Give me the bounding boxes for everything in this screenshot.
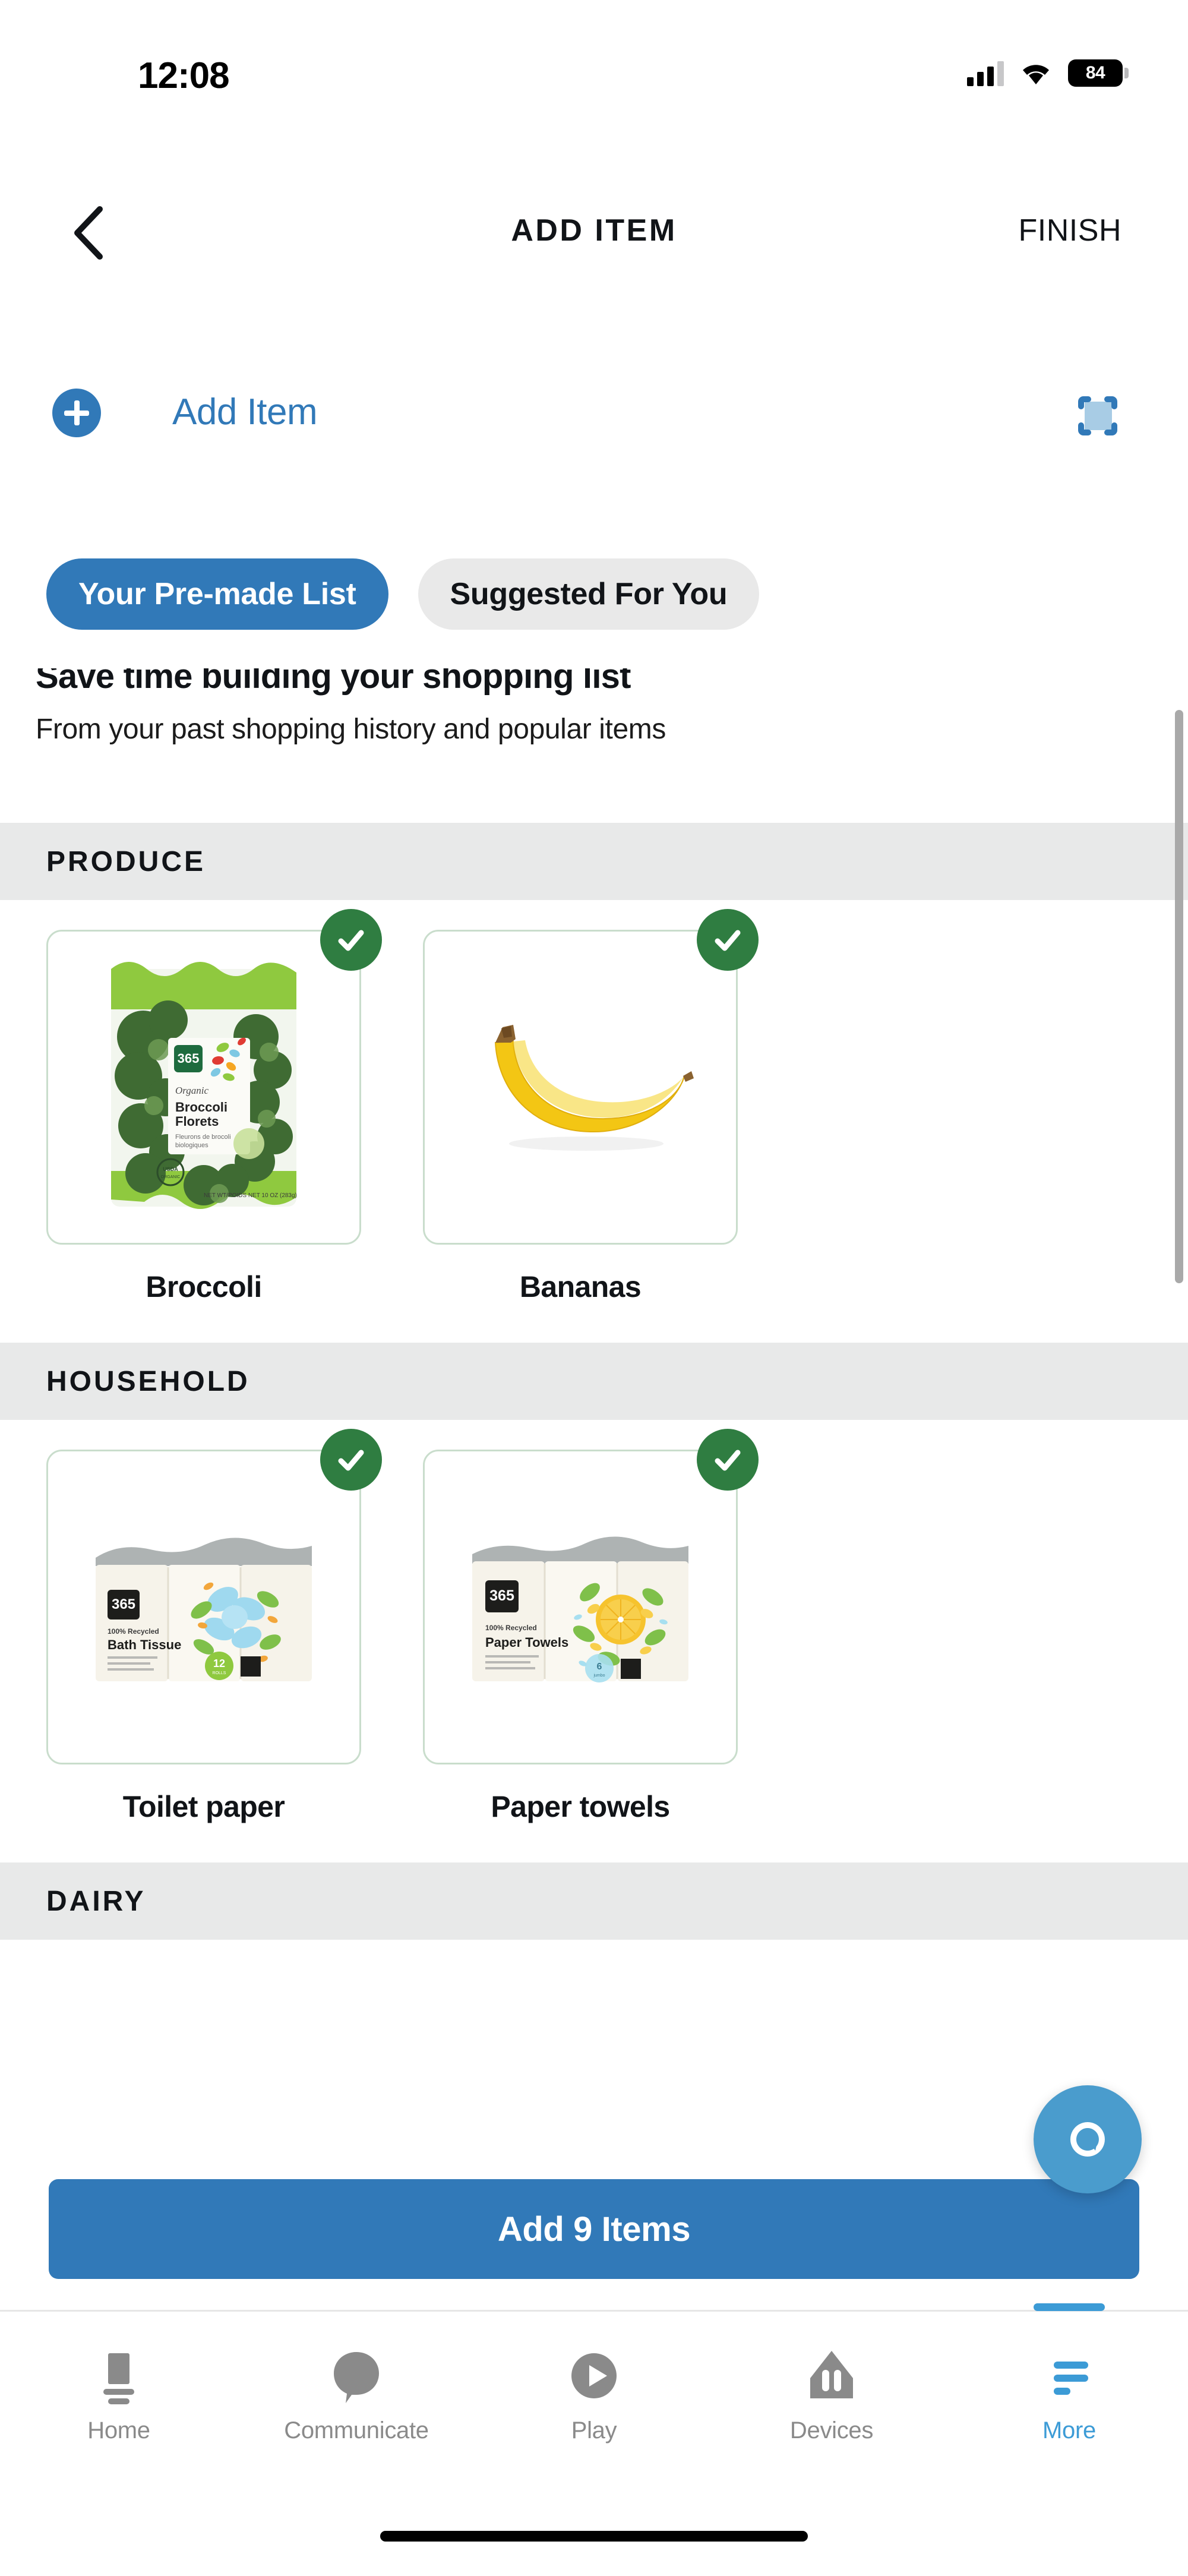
section-title: HOUSEHOLD	[46, 1365, 250, 1397]
svg-text:Florets: Florets	[175, 1114, 219, 1129]
tv-icon	[90, 2345, 147, 2407]
broccoli-florets-bag-image: 365 Organic Broccoli Florets Fleurons de…	[111, 962, 297, 1209]
bottom-bar: Add 9 Items Home Communicate Play Device…	[0, 2085, 1188, 2576]
selected-check-icon[interactable]	[697, 909, 759, 971]
section-header-produce: PRODUCE	[0, 823, 1188, 900]
promo-block: Save time building your shopping list Fr…	[36, 668, 1105, 746]
tabbar-label: Devices	[789, 2417, 874, 2444]
tab-suggested-for-you[interactable]: Suggested For You	[418, 558, 760, 630]
svg-text:365: 365	[178, 1051, 200, 1066]
svg-text:100% Recycled: 100% Recycled	[485, 1624, 537, 1632]
svg-text:biologiques: biologiques	[175, 1142, 208, 1149]
tabbar-item-more[interactable]: More	[950, 2303, 1188, 2482]
status-bar-indicators: 84	[967, 59, 1129, 87]
svg-text:NET WT/POIDS NET 10 OZ (283g): NET WT/POIDS NET 10 OZ (283g)	[204, 1192, 297, 1199]
svg-text:Fleurons de brocoli: Fleurons de brocoli	[175, 1134, 231, 1141]
scrollbar-thumb[interactable]	[1175, 710, 1183, 1283]
section-title: DAIRY	[46, 1885, 146, 1917]
item-card-image-frame[interactable]: 365 Organic Broccoli Florets Fleurons de…	[46, 909, 382, 1245]
home-indicator	[380, 2531, 808, 2542]
svg-text:100% Recycled: 100% Recycled	[108, 1627, 159, 1636]
tabbar-label: Communicate	[284, 2417, 429, 2444]
list-source-tabs: Your Pre-made List Suggested For You	[46, 558, 760, 630]
section-title: PRODUCE	[46, 845, 206, 877]
promo-subtitle: From your past shopping history and popu…	[36, 714, 666, 745]
tabbar-item-home[interactable]: Home	[0, 2312, 238, 2482]
status-bar: 12:08 84	[0, 0, 1188, 104]
item-card-image-frame[interactable]: 365 100% Recycled Paper Towels 6 jumbo	[423, 1429, 759, 1764]
active-tab-indicator	[1034, 2303, 1105, 2311]
tabbar-label: More	[1042, 2417, 1096, 2444]
svg-text:365: 365	[112, 1596, 135, 1612]
svg-text:Broccoli: Broccoli	[175, 1100, 228, 1115]
tabbar-item-communicate[interactable]: Communicate	[238, 2312, 475, 2482]
svg-text:12: 12	[213, 1658, 225, 1669]
tab-label: Your Pre-made List	[78, 577, 356, 611]
tab-your-pre-made-list[interactable]: Your Pre-made List	[46, 558, 388, 630]
svg-text:6: 6	[597, 1662, 602, 1672]
devices-icon	[803, 2345, 860, 2407]
selected-check-icon[interactable]	[320, 1429, 382, 1491]
paper-towels-pack-image: 365 100% Recycled Paper Towels 6 jumbo	[472, 1536, 688, 1682]
item-label: Paper towels	[491, 1790, 670, 1823]
item-card-paper-towels[interactable]: 365 100% Recycled Paper Towels 6 jumbo P…	[423, 1429, 759, 1824]
tab-label: Suggested For You	[450, 577, 728, 611]
tabbar-label: Play	[571, 2417, 617, 2444]
status-bar-time: 12:08	[138, 55, 230, 96]
item-card-bananas[interactable]: Bananas	[423, 909, 759, 1304]
tabbar-item-play[interactable]: Play	[475, 2312, 713, 2482]
vertical-scrollbar[interactable]	[1175, 710, 1183, 1283]
item-card-toilet-paper[interactable]: 365 100% Recycled Bath Tissue 12 ROLLS T…	[46, 1429, 382, 1824]
plus-circle-icon[interactable]	[52, 389, 101, 437]
finish-button[interactable]: FINISH	[1019, 213, 1121, 248]
item-list-scroll-area[interactable]: Save time building your shopping list Fr…	[0, 668, 1188, 2136]
wifi-icon	[1019, 61, 1053, 86]
selected-check-icon[interactable]	[697, 1429, 759, 1491]
tabbar-label: Home	[87, 2417, 150, 2444]
section-header-household: HOUSEHOLD	[0, 1343, 1188, 1420]
selected-check-icon[interactable]	[320, 909, 382, 971]
svg-text:Bath Tissue: Bath Tissue	[108, 1637, 181, 1652]
add-items-label: Add 9 Items	[497, 2209, 691, 2249]
add-items-button[interactable]: Add 9 Items	[49, 2179, 1139, 2279]
bottom-tab-bar: Home Communicate Play Devices More	[0, 2303, 1188, 2482]
speech-bubble-icon	[328, 2345, 385, 2407]
navigation-bar: ADD ITEM FINISH	[0, 196, 1188, 273]
item-card-broccoli[interactable]: 365 Organic Broccoli Florets Fleurons de…	[46, 909, 382, 1304]
svg-text:USDA: USDA	[163, 1166, 178, 1172]
item-label: Bananas	[519, 1270, 642, 1303]
item-label: Broccoli	[146, 1270, 262, 1303]
assistant-circle-icon[interactable]	[1034, 2085, 1142, 2193]
item-card-image-frame[interactable]: 365 100% Recycled Bath Tissue 12 ROLLS	[46, 1429, 382, 1764]
banana-image	[494, 1025, 694, 1151]
item-label: Toilet paper	[122, 1790, 285, 1823]
add-item-input[interactable]: Add Item	[172, 391, 318, 433]
svg-text:ORGANIC: ORGANIC	[161, 1175, 181, 1179]
play-circle-icon	[565, 2345, 623, 2407]
svg-text:Organic: Organic	[175, 1085, 208, 1096]
bath-tissue-pack-image: 365 100% Recycled Bath Tissue 12 ROLLS	[96, 1538, 312, 1681]
svg-text:365: 365	[489, 1587, 514, 1604]
svg-text:jumbo: jumbo	[593, 1674, 605, 1678]
add-item-row: Add Item	[0, 380, 1188, 463]
svg-text:ROLLS: ROLLS	[213, 1671, 226, 1675]
svg-text:Paper Towels: Paper Towels	[485, 1635, 568, 1650]
item-card-image-frame[interactable]	[423, 909, 759, 1245]
section-header-dairy: DAIRY	[0, 1862, 1188, 1940]
battery-icon: 84	[1068, 59, 1129, 87]
tabbar-item-devices[interactable]: Devices	[713, 2312, 950, 2482]
barcode-scan-icon[interactable]	[1068, 386, 1127, 446]
cellular-signal-icon	[967, 60, 1004, 86]
promo-title: Save time building your shopping list	[36, 668, 631, 696]
page-title: ADD ITEM	[511, 213, 677, 248]
hamburger-menu-icon	[1041, 2345, 1098, 2407]
battery-level: 84	[1085, 63, 1105, 83]
